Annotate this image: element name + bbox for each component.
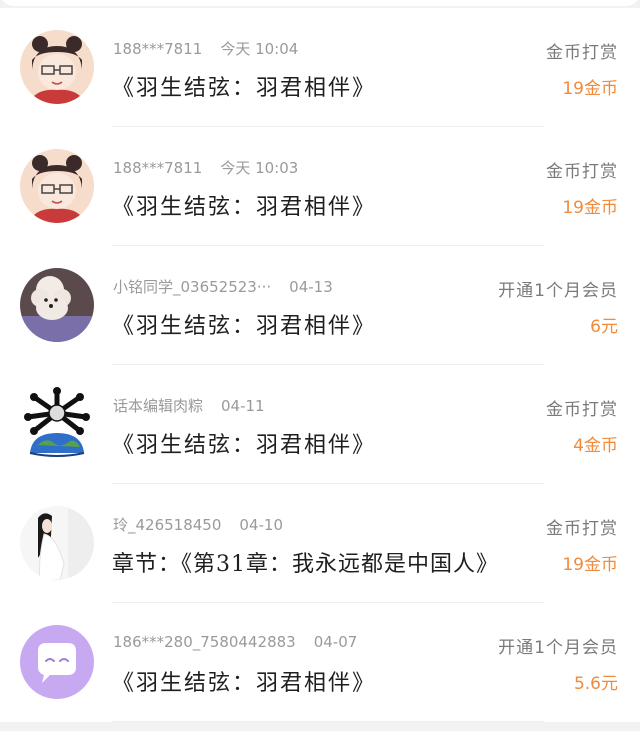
anime-girl-glasses-avatar-icon [20, 149, 94, 223]
list-item[interactable]: 话本编辑肉粽 04-11 《羽生结弦：羽君相伴》 金币打赏 4金币 [0, 365, 640, 484]
donation-meta: 小铭同学_03652523··· 04-13 [113, 276, 333, 297]
donation-list: 188***7811 今天 10:04 《羽生结弦：羽君相伴》 金币打赏 19金币… [0, 8, 640, 722]
donation-amount: 19金币 [562, 555, 618, 575]
default-chat-avatar-icon [20, 625, 94, 699]
previous-card-edge [0, 0, 640, 6]
avatar[interactable] [20, 30, 94, 104]
book-title: 《羽生结弦：羽君相伴》 [112, 671, 377, 696]
woman-white-dress-avatar-icon [20, 506, 94, 580]
user-name: 话本编辑肉粽 [113, 397, 204, 415]
donation-amount: 6元 [590, 317, 618, 337]
poodle-dog-avatar-icon [20, 268, 94, 342]
timestamp: 04-07 [313, 633, 358, 651]
user-name: 188***7811 [113, 40, 203, 58]
donation-type: 金币打赏 [546, 162, 618, 182]
chapter-title: 章节：《第31章：我永远都是中国人》 [112, 552, 499, 577]
donation-meta: 188***7811 今天 10:03 [113, 157, 298, 178]
book-title: 《羽生结弦：羽君相伴》 [112, 314, 377, 339]
donation-type: 金币打赏 [546, 43, 618, 63]
user-name: 小铭同学_03652523··· [113, 278, 272, 296]
book-title: 《羽生结弦：羽君相伴》 [112, 76, 377, 101]
donation-meta: 话本编辑肉粽 04-11 [113, 395, 265, 416]
list-item[interactable]: 188***7811 今天 10:03 《羽生结弦：羽君相伴》 金币打赏 19金币 [0, 127, 640, 246]
divider [112, 721, 544, 722]
timestamp: 04-13 [289, 278, 333, 296]
user-name: 186***280_7580442883 [113, 633, 296, 651]
timestamp: 04-11 [221, 397, 265, 415]
bones-earth-avatar-icon [20, 387, 94, 461]
avatar[interactable] [20, 387, 94, 461]
donation-amount: 19金币 [562, 198, 618, 218]
book-title: 《羽生结弦：羽君相伴》 [112, 195, 377, 220]
donation-amount: 19金币 [562, 79, 618, 99]
timestamp: 今天 10:03 [220, 159, 299, 177]
donation-meta: 玲_426518450 04-10 [113, 514, 283, 535]
donation-amount: 5.6元 [573, 674, 618, 694]
donation-type: 金币打赏 [546, 519, 618, 539]
avatar[interactable] [20, 506, 94, 580]
donation-type: 金币打赏 [546, 400, 618, 420]
donation-meta: 188***7811 今天 10:04 [113, 38, 298, 59]
donation-meta: 186***280_7580442883 04-07 [113, 633, 357, 651]
timestamp: 04-10 [239, 516, 283, 534]
list-item[interactable]: 小铭同学_03652523··· 04-13 《羽生结弦：羽君相伴》 开通1个月会… [0, 246, 640, 365]
list-item[interactable]: 玲_426518450 04-10 章节：《第31章：我永远都是中国人》 金币打赏… [0, 484, 640, 603]
donation-type: 开通1个月会员 [498, 638, 618, 658]
list-item[interactable]: 186***280_7580442883 04-07 《羽生结弦：羽君相伴》 开通… [0, 603, 640, 722]
user-name: 玲_426518450 [113, 516, 222, 534]
user-name: 188***7811 [113, 159, 203, 177]
donation-amount: 4金币 [573, 436, 618, 456]
book-title: 《羽生结弦：羽君相伴》 [112, 433, 377, 458]
avatar[interactable] [20, 149, 94, 223]
list-item[interactable]: 188***7811 今天 10:04 《羽生结弦：羽君相伴》 金币打赏 19金币 [0, 8, 640, 127]
timestamp: 今天 10:04 [220, 40, 299, 58]
avatar[interactable] [20, 625, 94, 699]
anime-girl-glasses-avatar-icon [20, 30, 94, 104]
donation-type: 开通1个月会员 [498, 281, 618, 301]
avatar[interactable] [20, 268, 94, 342]
